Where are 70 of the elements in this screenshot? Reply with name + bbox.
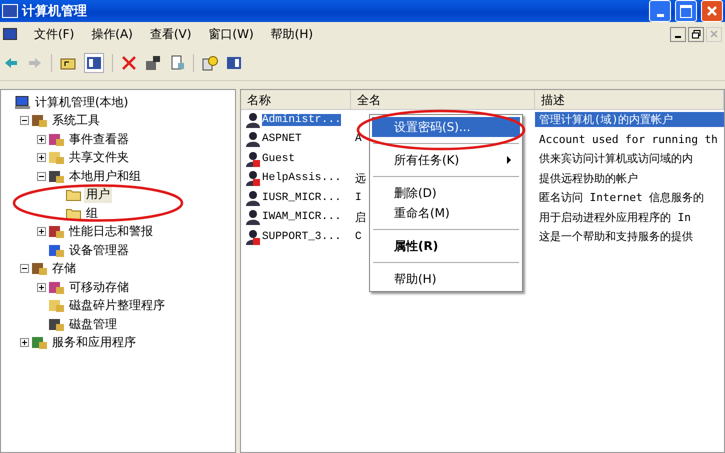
column-header[interactable]: 全名 [351, 90, 535, 109]
full-name: 启 [355, 210, 366, 225]
description: Account used for running th [539, 132, 718, 146]
tree-item[interactable]: 性能日志和警报 [67, 223, 155, 240]
computer-icon [2, 4, 18, 18]
user-name[interactable]: ASPNET [262, 133, 302, 146]
user-name[interactable]: Administr... [262, 114, 342, 126]
tree-item[interactable]: 计算机管理(本地) [33, 94, 130, 111]
menu-item[interactable]: 属性(R) [372, 236, 520, 256]
close-icon [706, 5, 718, 17]
description: 管理计算机(域)的内置帐户 [539, 112, 674, 128]
expander-icon[interactable] [37, 227, 46, 236]
panel-icon[interactable] [84, 53, 104, 73]
full-name: C [355, 230, 362, 243]
restore-icon [692, 30, 700, 38]
panel-icon[interactable] [226, 55, 242, 71]
tree-item[interactable]: 本地用户和组 [67, 168, 143, 185]
computer-icon [3, 28, 17, 40]
computer-icon [15, 96, 30, 109]
tree-item[interactable]: 用户 [84, 186, 112, 204]
menu-item[interactable]: 重命名(M) [372, 203, 520, 223]
menu-item[interactable]: 所有任务(K) [372, 150, 520, 170]
tree-item[interactable]: 磁盘碎片整理程序 [67, 297, 167, 314]
menu-item[interactable]: 文件(F) [34, 26, 74, 42]
tree-item[interactable]: 设备管理器 [67, 242, 131, 259]
menu-item[interactable]: 删除(D) [372, 183, 520, 203]
expander-icon[interactable] [37, 153, 46, 162]
document-icon[interactable] [169, 55, 185, 71]
maximize-button[interactable] [675, 0, 697, 22]
tree-item[interactable]: 共享文件夹 [67, 149, 131, 166]
folder-icon [66, 188, 81, 202]
expander-icon[interactable] [20, 116, 29, 126]
restore-button[interactable] [688, 26, 704, 42]
user-name[interactable]: IWAM_MICR... [262, 211, 342, 224]
column-header[interactable]: 描述 [535, 90, 724, 109]
tree-item[interactable]: 服务和应用程序 [50, 334, 138, 352]
full-name: I [355, 192, 362, 204]
tree-item[interactable]: 存储 [50, 260, 78, 278]
menu-item[interactable]: 设置密码(S)... [372, 117, 520, 137]
tree-item[interactable]: 磁盘管理 [67, 316, 119, 333]
tree-item[interactable]: 事件查看器 [67, 130, 131, 148]
close-icon [710, 30, 718, 38]
description: 提供远程协助的帐户 [539, 170, 638, 186]
menu-item[interactable]: 窗口(W) [208, 26, 254, 42]
tree-item[interactable]: 可移动存储 [67, 278, 131, 296]
back-arrow-icon[interactable] [3, 55, 19, 71]
description: 匿名访问 Internet 信息服务的 [539, 190, 704, 206]
expander-icon[interactable] [37, 282, 46, 292]
full-name: A [355, 133, 362, 146]
expander-icon[interactable] [20, 264, 29, 274]
description: 这是一个帮助和支持服务的提供 [539, 229, 693, 244]
user-name[interactable]: IUSR_MICR... [262, 192, 342, 204]
menu-item[interactable]: 帮助(H) [372, 269, 520, 289]
menu-item[interactable]: 帮助(H) [270, 26, 314, 42]
help-icon[interactable] [202, 55, 218, 71]
description: 供来宾访问计算机或访问域的内 [539, 151, 693, 166]
expander-icon[interactable] [37, 134, 46, 144]
expander-icon[interactable] [37, 172, 46, 181]
menu-item[interactable]: 查看(V) [150, 26, 192, 42]
column-header[interactable]: 名称 [241, 90, 351, 109]
window-title: 计算机管理 [22, 3, 87, 20]
description: 用于启动进程外应用程序的 In [539, 210, 691, 225]
minimize-button[interactable] [670, 26, 686, 42]
delete-icon[interactable] [121, 55, 137, 71]
tree-item[interactable]: 系统工具 [50, 112, 102, 130]
menu-item[interactable]: 操作(A) [91, 26, 133, 42]
expander-icon[interactable] [20, 338, 29, 348]
tree-item[interactable]: 组 [84, 204, 100, 222]
full-name: 远 [355, 172, 366, 186]
folder-icon [66, 206, 81, 220]
